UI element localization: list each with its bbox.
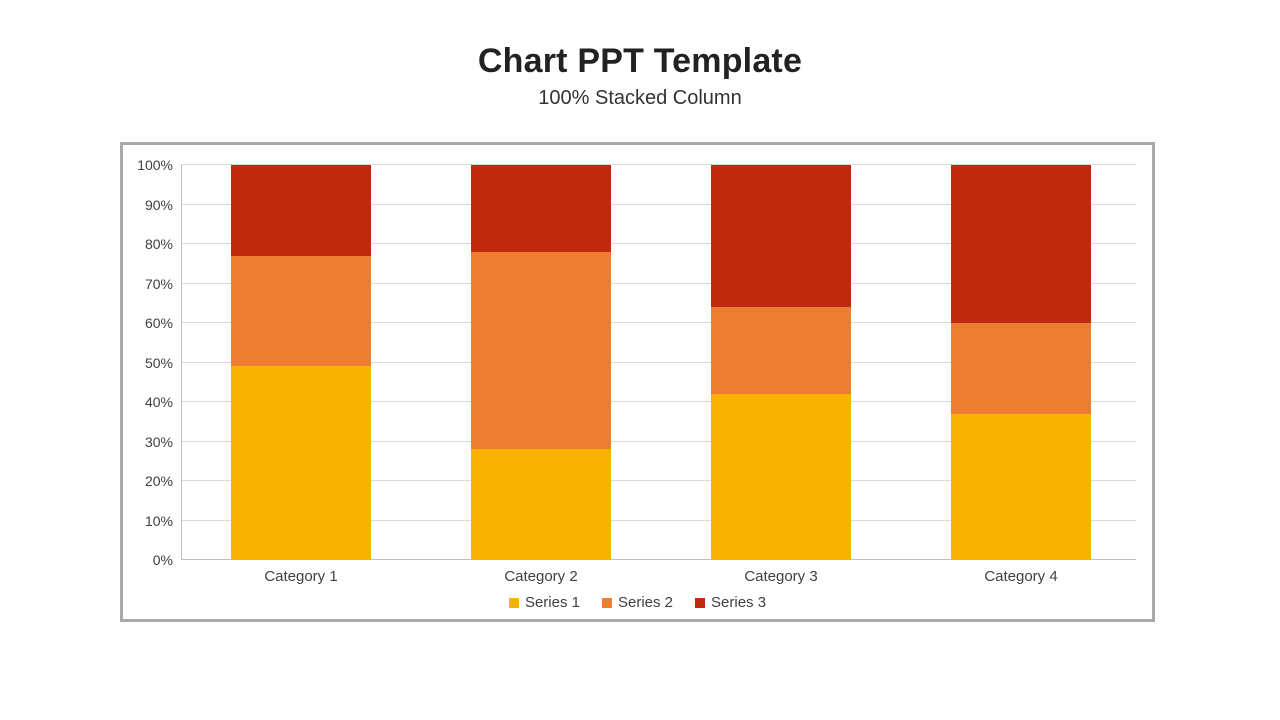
legend: Series 1 Series 2 Series 3 <box>123 594 1152 611</box>
y-tick-label: 30% <box>145 434 181 450</box>
y-tick-label: 70% <box>145 276 181 292</box>
chart-frame: 0% 10% 20% 30% 40% 50% 60% 70% 80% 90% 1… <box>120 142 1155 622</box>
bar-segment-series-1 <box>711 394 851 560</box>
bar-segment-series-3 <box>951 165 1091 323</box>
bar-segment-series-3 <box>231 165 371 256</box>
y-tick-label: 60% <box>145 315 181 331</box>
x-category-label: Category 2 <box>504 560 577 585</box>
bar-segment-series-1 <box>231 366 371 560</box>
y-tick-label: 90% <box>145 197 181 213</box>
y-axis-line <box>181 165 182 560</box>
slide: Chart PPT Template 100% Stacked Column 0… <box>0 0 1280 720</box>
y-tick-label: 50% <box>145 355 181 371</box>
bar-segment-series-1 <box>951 414 1091 560</box>
bar-segment-series-2 <box>711 307 851 394</box>
page-title: Chart PPT Template <box>0 0 1280 81</box>
y-tick-label: 20% <box>145 473 181 489</box>
y-tick-label: 40% <box>145 394 181 410</box>
bar-category-2: Category 2 <box>471 165 611 560</box>
legend-label: Series 3 <box>711 594 766 611</box>
bar-category-4: Category 4 <box>951 165 1091 560</box>
bar-segment-series-2 <box>231 256 371 367</box>
legend-item-series-1: Series 1 <box>509 594 580 611</box>
bar-segment-series-3 <box>471 165 611 252</box>
legend-item-series-2: Series 2 <box>602 594 673 611</box>
x-category-label: Category 4 <box>984 560 1057 585</box>
bar-segment-series-2 <box>471 252 611 450</box>
legend-label: Series 2 <box>618 594 673 611</box>
x-category-label: Category 1 <box>264 560 337 585</box>
bar-segment-series-1 <box>471 449 611 560</box>
y-tick-label: 100% <box>137 157 181 173</box>
legend-swatch <box>602 598 612 608</box>
bar-segment-series-2 <box>951 323 1091 414</box>
y-tick-label: 10% <box>145 513 181 529</box>
legend-swatch <box>695 598 705 608</box>
plot-area: 0% 10% 20% 30% 40% 50% 60% 70% 80% 90% 1… <box>181 165 1136 560</box>
y-tick-label: 80% <box>145 236 181 252</box>
legend-swatch <box>509 598 519 608</box>
legend-item-series-3: Series 3 <box>695 594 766 611</box>
legend-label: Series 1 <box>525 594 580 611</box>
x-category-label: Category 3 <box>744 560 817 585</box>
bar-category-1: Category 1 <box>231 165 371 560</box>
bar-segment-series-3 <box>711 165 851 307</box>
bar-category-3: Category 3 <box>711 165 851 560</box>
y-tick-label: 0% <box>153 552 181 568</box>
page-subtitle: 100% Stacked Column <box>0 87 1280 110</box>
